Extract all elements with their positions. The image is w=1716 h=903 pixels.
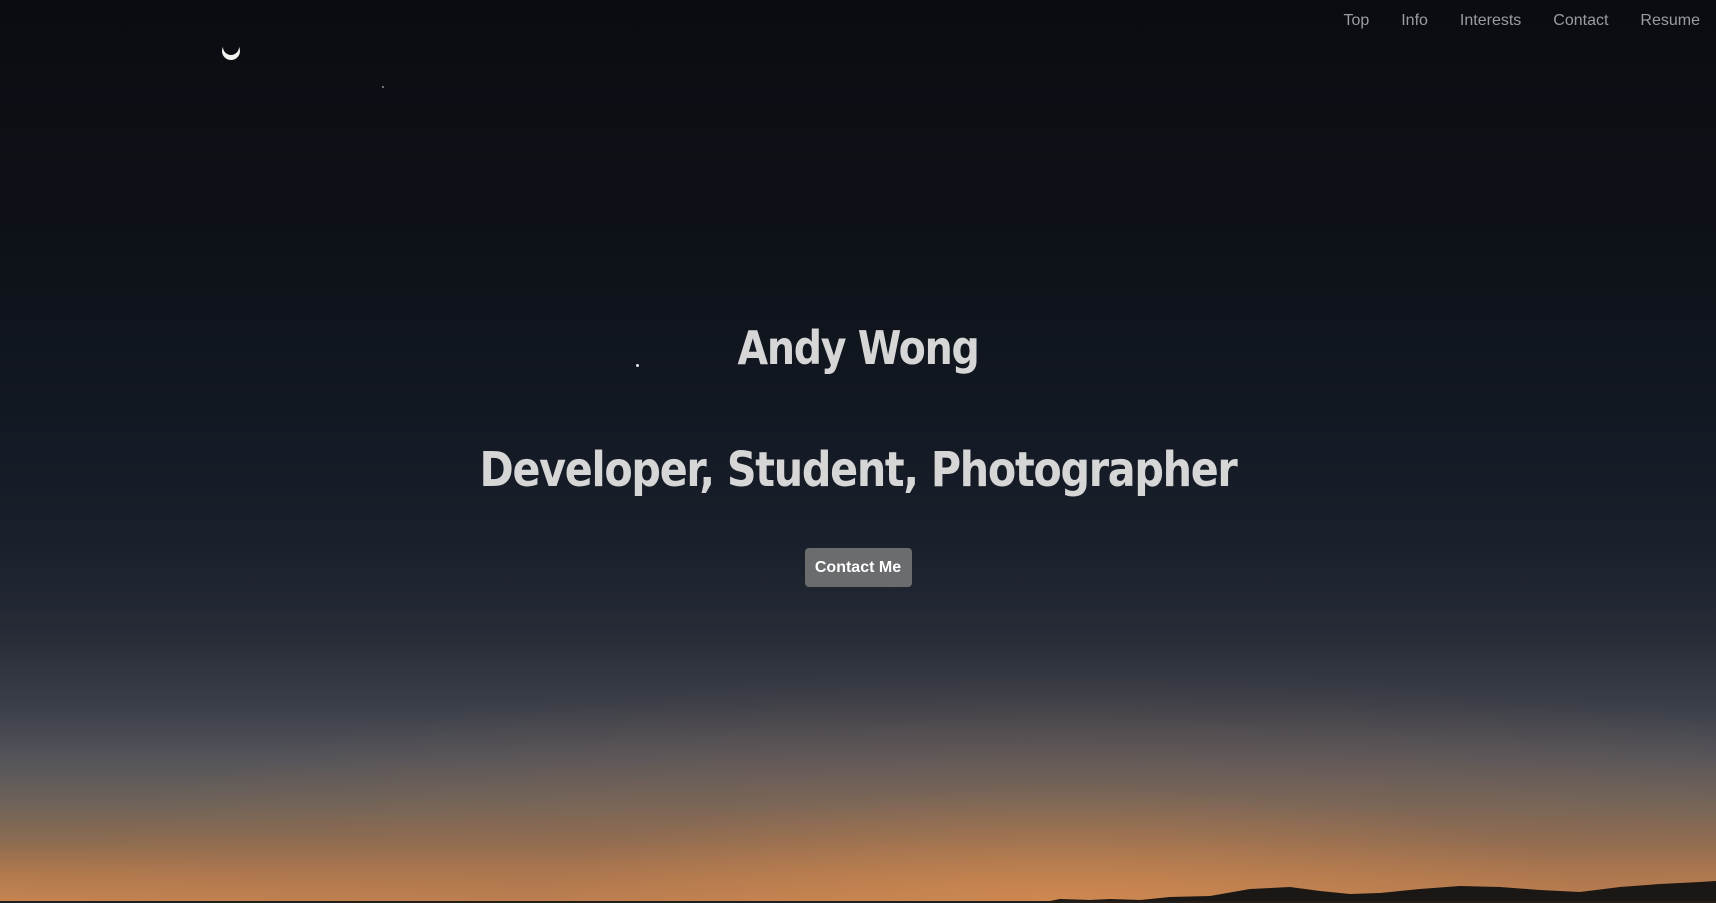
nav-item-interests[interactable]: Interests (1444, 10, 1537, 32)
hero-section: Andy Wong Developer, Student, Photograph… (0, 318, 1716, 587)
hero-name: Andy Wong (737, 321, 980, 375)
nav-item-info[interactable]: Info (1385, 10, 1444, 32)
contact-me-button[interactable]: Contact Me (804, 548, 912, 587)
nav-item-resume[interactable]: Resume (1624, 10, 1700, 32)
nav-item-contact[interactable]: Contact (1537, 10, 1624, 32)
top-nav: Top Info Interests Contact Resume (1327, 10, 1700, 32)
landing-page: Top Info Interests Contact Resume Andy W… (0, 0, 1716, 903)
nav-item-top[interactable]: Top (1327, 10, 1385, 32)
hero-tagline: Developer, Student, Photographer (479, 442, 1237, 498)
mountain-silhouette (0, 881, 1716, 903)
moon-icon (222, 42, 240, 60)
star-icon (382, 86, 384, 88)
